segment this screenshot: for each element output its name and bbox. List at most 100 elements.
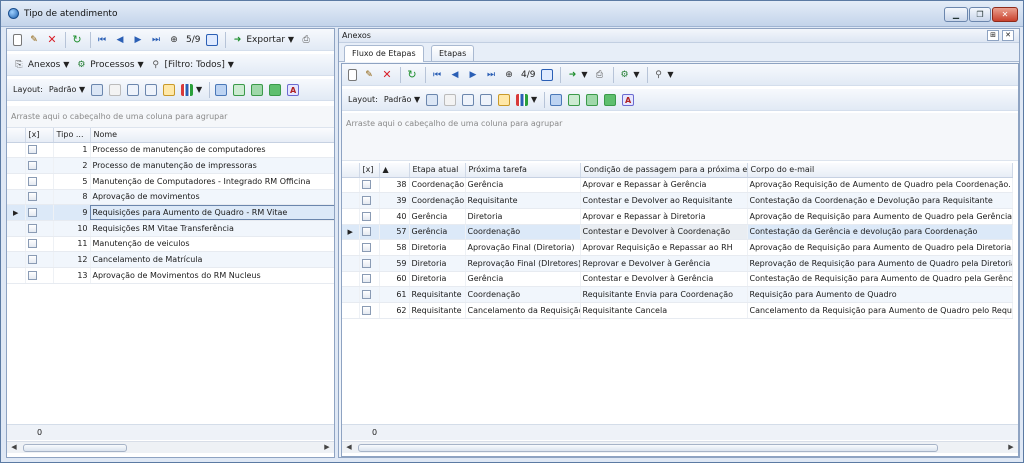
left-table-row[interactable]: ▶ 9 Requisições para Aumento de Quadro - R… bbox=[7, 204, 334, 221]
print-icon[interactable]: ⎙ bbox=[298, 31, 314, 49]
right-table-row[interactable]: 39 Coordenação Requisitante Contestar e Dev… bbox=[342, 192, 1013, 209]
right-id-header[interactable]: ▲ bbox=[379, 163, 410, 178]
filter-button[interactable]: ⚲ [Filtro: Todos] ▼ bbox=[148, 56, 236, 74]
view-green-icon[interactable] bbox=[249, 81, 265, 99]
export-button[interactable]: ➜ Exportar ▼ bbox=[229, 31, 296, 49]
right-table-row[interactable]: 38 Coordenação Gerência Aprovar e Repassar … bbox=[342, 177, 1013, 194]
title-bar[interactable]: Tipo de atendimento ▁ ❐ ✕ bbox=[1, 1, 1023, 27]
layout-select[interactable]: Padrão ▼ bbox=[47, 81, 87, 99]
row-checkbox[interactable] bbox=[359, 286, 380, 303]
row-checkbox[interactable] bbox=[359, 302, 380, 319]
delete-icon[interactable]: ✕ bbox=[379, 66, 395, 84]
left-table-row[interactable]: 5 Manutenção de Computadores - Integrado … bbox=[7, 173, 334, 190]
left-table-row[interactable]: 2 Processo de manutenção de impressoras bbox=[7, 157, 334, 174]
row-checkbox[interactable] bbox=[359, 192, 380, 209]
export-button[interactable]: ➜ ▼ bbox=[564, 66, 589, 84]
right-table-row[interactable]: ▶ 57 Gerência Coordenação Contestar e Devolv… bbox=[342, 224, 1013, 241]
right-check-header[interactable]: [x] bbox=[359, 163, 380, 178]
close-button[interactable]: ✕ bbox=[992, 7, 1018, 22]
checkbox-icon[interactable] bbox=[361, 258, 371, 268]
new-icon[interactable] bbox=[11, 31, 24, 49]
close-panel-icon[interactable]: ✕ bbox=[1002, 30, 1014, 41]
row-checkbox[interactable] bbox=[25, 204, 54, 221]
row-checkbox[interactable] bbox=[359, 224, 380, 241]
sort-icon[interactable] bbox=[143, 81, 159, 99]
refresh-icon[interactable]: ↻ bbox=[404, 66, 420, 84]
processos-button[interactable]: ⚙ Processos ▼ bbox=[73, 56, 145, 74]
first-record-icon[interactable]: ⏮ bbox=[429, 66, 445, 84]
save-layout-icon[interactable] bbox=[424, 91, 440, 109]
previous-record-icon[interactable]: ◀ bbox=[112, 31, 128, 49]
left-table-row[interactable]: 13 Aprovação de Movimentos do RM Nucleus bbox=[7, 267, 334, 284]
checkbox-icon[interactable] bbox=[361, 274, 371, 284]
checkbox-icon[interactable] bbox=[361, 243, 371, 253]
row-checkbox[interactable] bbox=[359, 177, 380, 194]
print-icon[interactable]: ⎙ bbox=[592, 66, 608, 84]
checkbox-icon[interactable] bbox=[361, 211, 371, 221]
scroll-left-icon[interactable]: ◀ bbox=[9, 443, 19, 452]
checkbox-icon[interactable] bbox=[27, 270, 37, 280]
refresh-icon[interactable]: ↻ bbox=[69, 31, 85, 49]
left-horizontal-scrollbar[interactable]: ◀ ▶ bbox=[7, 441, 334, 453]
row-checkbox[interactable] bbox=[25, 173, 54, 190]
left-table-row[interactable]: 11 Manutenção de veiculos bbox=[7, 236, 334, 253]
row-checkbox[interactable] bbox=[25, 142, 54, 159]
pin-icon[interactable]: ⊞ bbox=[987, 30, 999, 41]
left-tipo-header[interactable]: Tipo ... bbox=[53, 128, 91, 143]
tab-etapas[interactable]: Etapas bbox=[431, 45, 475, 61]
view-compact-icon[interactable] bbox=[566, 91, 582, 109]
checkbox-icon[interactable] bbox=[361, 305, 371, 315]
restore-button[interactable]: ❐ bbox=[969, 7, 991, 22]
checkbox-icon[interactable] bbox=[27, 145, 37, 155]
checkbox-icon[interactable] bbox=[27, 208, 37, 218]
left-table-row[interactable]: 1 Processo de manutenção de computadores bbox=[7, 142, 334, 159]
right-scroll-thumb[interactable] bbox=[358, 444, 938, 452]
left-nome-header[interactable]: Nome bbox=[90, 128, 334, 143]
checkbox-icon[interactable] bbox=[361, 196, 371, 206]
grid-icon[interactable] bbox=[442, 91, 458, 109]
row-checkbox[interactable] bbox=[25, 236, 54, 253]
scroll-right-icon[interactable]: ▶ bbox=[1006, 443, 1016, 452]
first-record-icon[interactable]: ⏮ bbox=[94, 31, 110, 49]
row-checkbox[interactable] bbox=[25, 251, 54, 268]
checkbox-icon[interactable] bbox=[361, 227, 371, 237]
minimize-button[interactable]: ▁ bbox=[944, 7, 968, 22]
view-full-icon[interactable] bbox=[602, 91, 618, 109]
calendar-icon[interactable] bbox=[204, 31, 220, 49]
last-record-icon[interactable]: ⏭ bbox=[148, 31, 164, 49]
grid-icon[interactable] bbox=[107, 81, 123, 99]
checkbox-icon[interactable] bbox=[361, 290, 371, 300]
sort-icon[interactable] bbox=[478, 91, 494, 109]
row-checkbox[interactable] bbox=[25, 267, 54, 284]
edit-icon[interactable]: ✎ bbox=[26, 31, 42, 49]
right-horizontal-scrollbar[interactable]: ◀ ▶ bbox=[342, 441, 1018, 453]
binoculars-icon[interactable]: ⊕ bbox=[501, 66, 517, 84]
row-checkbox[interactable] bbox=[25, 189, 54, 206]
right-table-row[interactable]: 59 Diretoria Reprovação Final (DIretores) R… bbox=[342, 255, 1013, 272]
save-layout-icon[interactable] bbox=[89, 81, 105, 99]
new-icon[interactable] bbox=[346, 66, 359, 84]
calendar-icon[interactable] bbox=[539, 66, 555, 84]
chart-icon[interactable]: ▼ bbox=[179, 81, 204, 99]
right-table-row[interactable]: 60 Diretoria Gerência Contestar e Devolver … bbox=[342, 271, 1013, 288]
view-compact-icon[interactable] bbox=[231, 81, 247, 99]
row-checkbox[interactable] bbox=[25, 220, 54, 237]
edit-icon[interactable]: ✎ bbox=[361, 66, 377, 84]
delete-icon[interactable]: ✕ bbox=[44, 31, 60, 49]
row-checkbox[interactable] bbox=[25, 157, 54, 174]
row-checkbox[interactable] bbox=[359, 271, 380, 288]
font-icon[interactable]: A bbox=[285, 81, 301, 99]
right-table-row[interactable]: 58 Diretoria Aprovação Final (Diretoria) Ap… bbox=[342, 239, 1013, 256]
checkbox-icon[interactable] bbox=[27, 255, 37, 265]
left-table-row[interactable]: 8 Aprovação de movimentos bbox=[7, 189, 334, 206]
highlight-icon[interactable] bbox=[496, 91, 512, 109]
filter-button[interactable]: ⚲ ▼ bbox=[651, 66, 676, 84]
scroll-left-icon[interactable]: ◀ bbox=[344, 443, 354, 452]
row-checkbox[interactable] bbox=[359, 208, 380, 225]
checkbox-icon[interactable] bbox=[361, 180, 371, 190]
right-group-hint[interactable]: Arraste aqui o cabeçalho de uma coluna p… bbox=[342, 113, 1018, 161]
previous-record-icon[interactable]: ◀ bbox=[447, 66, 463, 84]
layout-select[interactable]: Padrão ▼ bbox=[382, 91, 422, 109]
scroll-right-icon[interactable]: ▶ bbox=[322, 443, 332, 452]
checkbox-icon[interactable] bbox=[27, 239, 37, 249]
